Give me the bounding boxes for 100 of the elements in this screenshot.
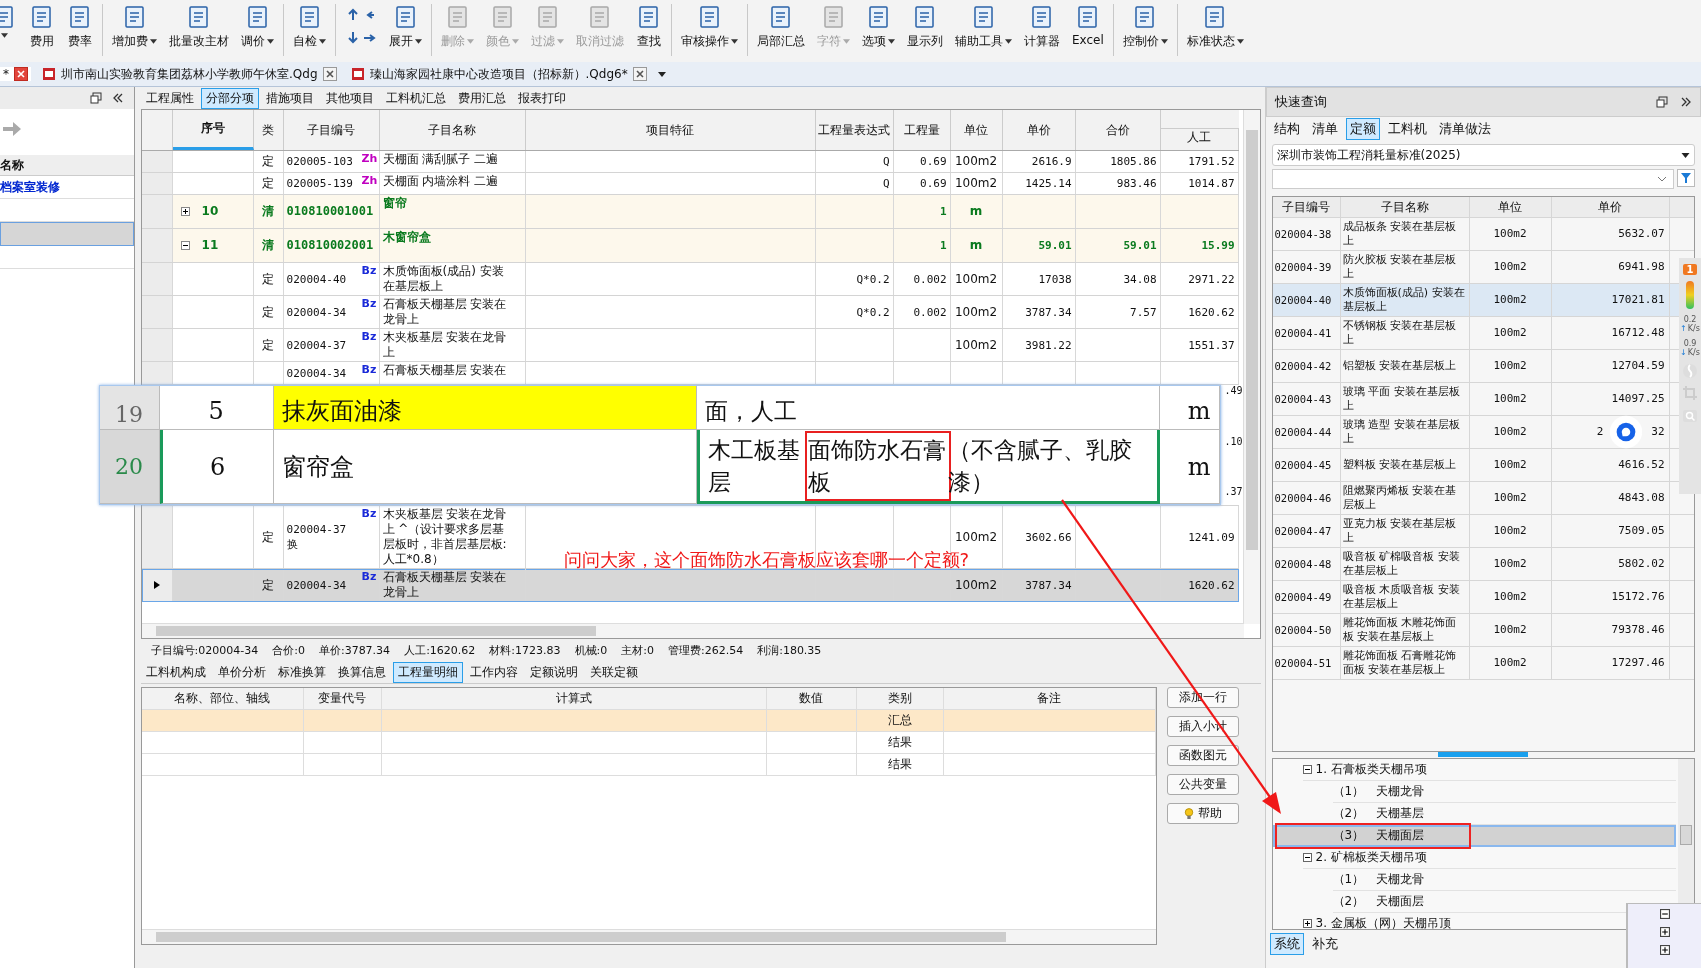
list-item[interactable]	[0, 222, 134, 246]
tab[interactable]: 工作内容	[464, 662, 523, 683]
toolbar-button[interactable]: 计算器	[1019, 4, 1065, 50]
toolbar-button[interactable]: 局部汇总	[752, 4, 810, 50]
tab[interactable]: 关联定额	[584, 662, 643, 683]
tab[interactable]: 工料机汇总	[380, 88, 451, 109]
status-text: 单价:3787.34	[318, 642, 391, 658]
table-cell: 15.99	[1160, 229, 1239, 262]
collapse-icon[interactable]	[1659, 909, 1670, 919]
tab[interactable]: 换算信息	[332, 662, 391, 683]
tree-item[interactable]: 2. 矿棉板类天棚吊项	[1315, 849, 1427, 866]
tree-item[interactable]: （2） 天棚面层	[1332, 893, 1425, 910]
tree-item[interactable]: （1） 天棚龙骨	[1332, 783, 1425, 800]
toolbar-button[interactable]: 选项	[857, 4, 900, 50]
search-field[interactable]	[1271, 169, 1674, 189]
tab[interactable]: 标准换算	[272, 662, 331, 683]
action-button[interactable]: 帮助	[1166, 803, 1239, 824]
table-cell: 59.01	[1075, 229, 1161, 262]
document-tab[interactable]: 瑧山海家园社康中心改造项目（招标新）.Qdg6*	[347, 65, 650, 83]
collapse-icon[interactable]	[1302, 765, 1312, 774]
expand-icon[interactable]	[1302, 919, 1312, 928]
tab[interactable]: 报表打印	[512, 88, 571, 109]
double-chevron-icon[interactable]	[1680, 96, 1692, 108]
close-icon[interactable]	[322, 67, 337, 81]
collapse-icon[interactable]	[1302, 853, 1312, 862]
tab[interactable]: 措施项目	[260, 88, 319, 109]
row-number: 10	[201, 204, 219, 219]
toolbar-button[interactable]: 自检	[288, 4, 331, 50]
tab[interactable]: 补充	[1307, 933, 1342, 955]
item-name: 木质饰面板(成品) 安装在基层板上	[382, 264, 505, 294]
row-header[interactable]	[141, 569, 173, 601]
table-cell: 100m2	[1469, 614, 1552, 646]
tab[interactable]: 其他项目	[320, 88, 379, 109]
close-icon[interactable]	[14, 67, 28, 81]
tree-item[interactable]: 3. 金属板（网）天棚吊顶	[1315, 915, 1451, 929]
expand-icon[interactable]	[180, 207, 190, 216]
scrollbar[interactable]	[141, 929, 1156, 944]
column-header: 子目编号	[283, 110, 380, 150]
toolbar-button[interactable]: 查找	[631, 4, 667, 50]
toolbar-button[interactable]: 批量改主材	[164, 4, 234, 50]
splitter-handle[interactable]	[1438, 752, 1529, 757]
tree-item[interactable]: （3） 天棚面层	[1332, 827, 1425, 844]
table-cell: 100m2	[1469, 350, 1552, 382]
toolbar-button[interactable]: 费用	[24, 4, 60, 50]
close-icon[interactable]	[632, 67, 647, 81]
toolbar-button[interactable]: Excel	[1067, 4, 1109, 47]
restore-icon[interactable]	[89, 92, 102, 104]
tab[interactable]: 分部分项	[200, 88, 259, 109]
scrollbar[interactable]	[1242, 110, 1260, 624]
tree-item[interactable]: （1） 天棚龙骨	[1332, 871, 1425, 888]
tab[interactable]: 清单做法	[1434, 118, 1495, 140]
expand-icon[interactable]	[1659, 927, 1670, 937]
tab[interactable]: 工料机	[1383, 118, 1431, 140]
collapse-icon[interactable]	[180, 241, 190, 250]
table-cell: 3787.34	[1002, 296, 1076, 328]
dropdown[interactable]: 深圳市装饰工程消耗量标准(2025)	[1271, 144, 1695, 166]
scrollbar[interactable]	[141, 623, 1244, 638]
tab[interactable]: 系统	[1269, 933, 1304, 955]
caret-icon[interactable]	[657, 71, 666, 77]
toolbar-button[interactable]: 标准状态	[1181, 4, 1249, 50]
toolbar-button[interactable]: 展开	[384, 4, 427, 50]
tab[interactable]: 定额	[1345, 118, 1380, 140]
table-cell: 32	[1651, 425, 1665, 439]
action-button[interactable]: 公共变量	[1166, 774, 1239, 795]
scrollbar[interactable]	[1678, 759, 1694, 903]
double-chevron-icon[interactable]	[111, 92, 124, 104]
table-cell: 020004-49	[1272, 581, 1341, 613]
crop-icon[interactable]	[1682, 385, 1698, 401]
tab[interactable]: 清单	[1307, 118, 1342, 140]
document-tab[interactable]: 圳市南山实验教育集团荔林小学教师午休室.Qdg	[39, 65, 340, 83]
tab[interactable]: 工程属性	[140, 88, 199, 109]
action-button[interactable]: 函数图元	[1166, 745, 1239, 766]
document-tab[interactable]: *	[0, 67, 31, 81]
list-item[interactable]: 档案室装修	[0, 176, 134, 199]
expand-icon[interactable]	[1659, 945, 1670, 955]
chat-bubble-icon[interactable]	[1609, 415, 1644, 449]
tab[interactable]: 结构	[1269, 118, 1304, 140]
toolbar-button[interactable]: 辅助工具	[950, 4, 1017, 50]
restore-icon[interactable]	[1656, 96, 1668, 108]
table-cell: 玻璃 造型 安装在基层板上	[1340, 416, 1470, 448]
tree-item[interactable]: 1. 石膏板类天棚吊项	[1315, 761, 1427, 778]
tab[interactable]: 费用汇总	[452, 88, 511, 109]
filter-button[interactable]	[1677, 169, 1695, 187]
tab[interactable]: 工程量明细	[392, 662, 463, 683]
table-cell: 4843.08	[1618, 491, 1665, 505]
table-cell: 窗帘盒	[273, 430, 697, 504]
tab[interactable]: 定额说明	[524, 662, 583, 683]
toolbar-button[interactable]: 费率	[62, 4, 98, 50]
toolbar-button[interactable]: 显示列	[902, 4, 948, 50]
tab[interactable]: 工料机构成	[140, 662, 211, 683]
toolbar-button[interactable]: 增加费	[107, 4, 162, 50]
tab[interactable]: 单价分析	[212, 662, 271, 683]
toolbar-button[interactable]: 调价	[236, 4, 279, 50]
table-cell: 1014.87	[1160, 173, 1239, 194]
toolbar-button[interactable]: 审核操作	[676, 4, 743, 50]
swirl-icon[interactable]	[1682, 363, 1698, 379]
tree-item[interactable]: （2） 天棚基层	[1332, 805, 1425, 822]
arrow-right-icon[interactable]	[2, 121, 22, 137]
search-icon[interactable]	[1682, 407, 1698, 423]
toolbar-button[interactable]: 控制价	[1117, 4, 1173, 50]
